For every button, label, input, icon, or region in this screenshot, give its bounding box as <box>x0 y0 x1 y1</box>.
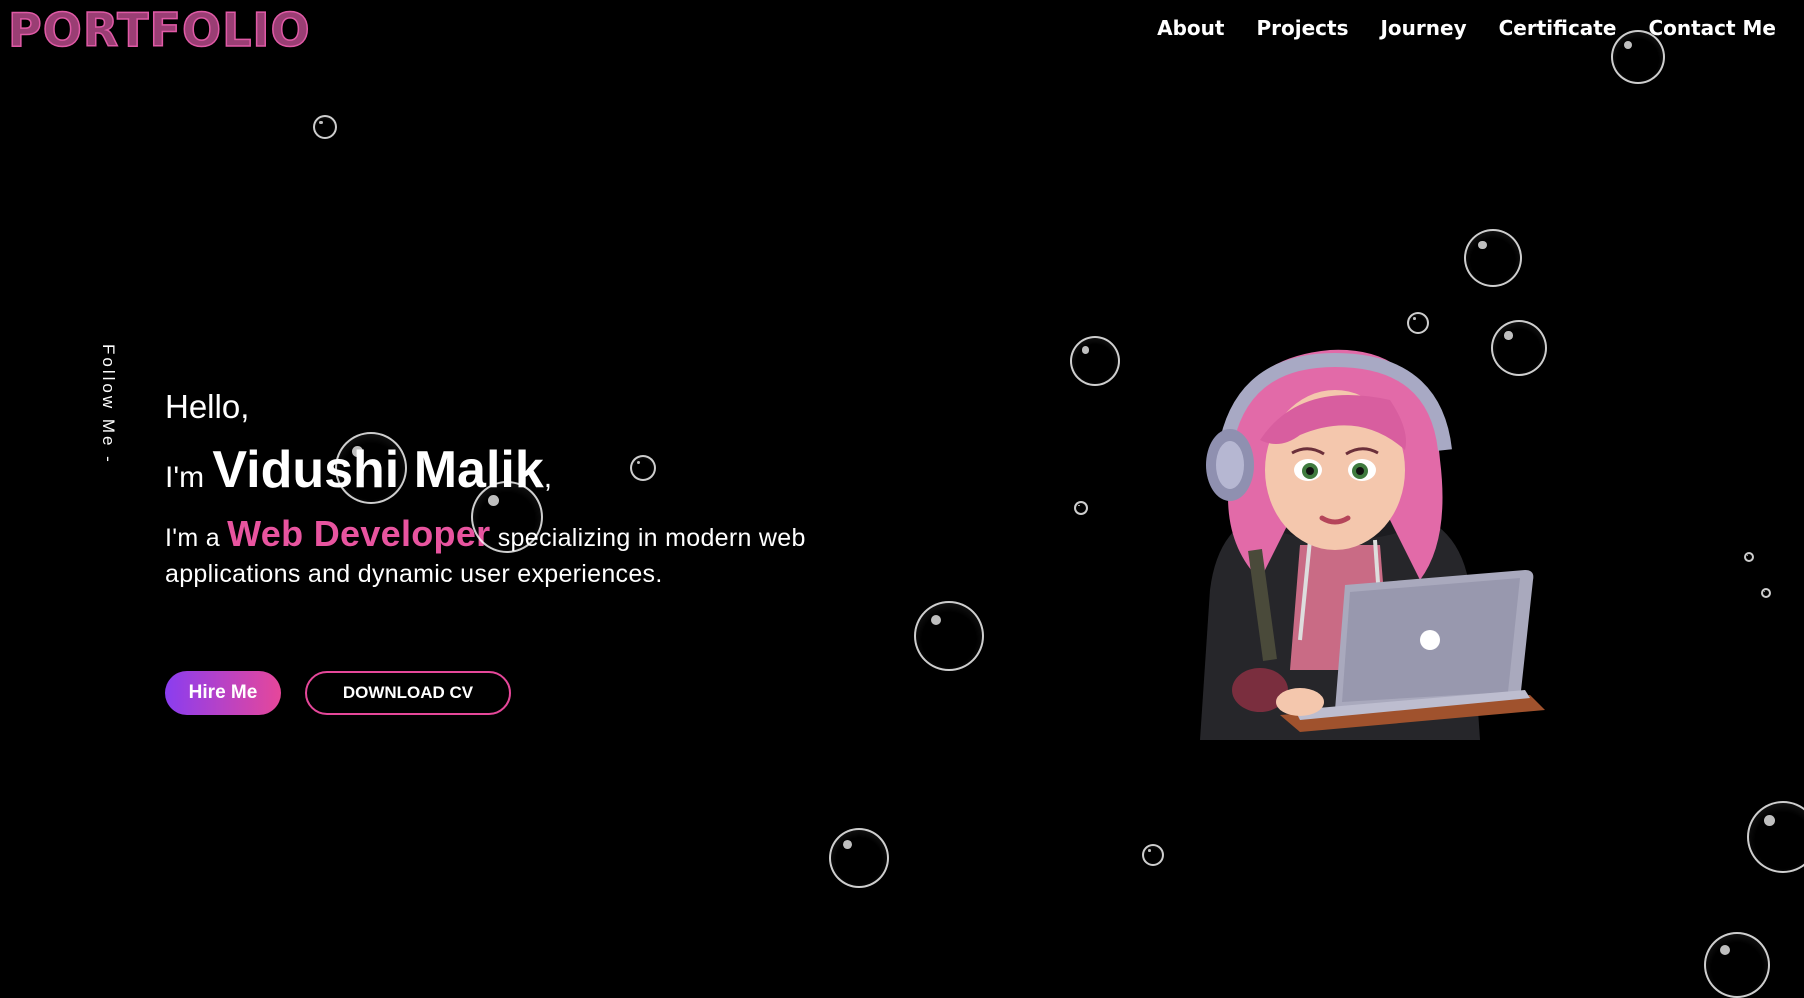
bubble-decoration <box>1142 844 1164 866</box>
bubble-decoration <box>471 481 543 553</box>
bubble-decoration <box>335 432 407 504</box>
nav-contact[interactable]: Contact Me <box>1648 16 1776 40</box>
hire-me-button[interactable]: Hire Me <box>165 671 281 715</box>
bubble-decoration <box>1464 229 1522 287</box>
nav-projects[interactable]: Projects <box>1256 16 1348 40</box>
download-cv-button[interactable]: DOWNLOAD CV <box>305 671 511 715</box>
bubble-decoration <box>1744 552 1754 562</box>
bubble-decoration <box>1074 501 1088 515</box>
nav-certificate[interactable]: Certificate <box>1499 16 1617 40</box>
bubble-decoration <box>914 601 984 671</box>
greeting: Hello, <box>165 388 250 425</box>
developer-avatar-illustration <box>1200 349 1545 740</box>
main-nav: About Projects Journey Certificate Conta… <box>1157 16 1776 40</box>
intro-prefix: I'm <box>165 461 205 494</box>
role-prefix: I'm a <box>165 524 220 552</box>
bubble-decoration <box>1611 30 1665 84</box>
bubble-decoration <box>1761 588 1771 598</box>
bubble-decoration <box>1747 801 1804 873</box>
bubble-decoration <box>1070 336 1120 386</box>
portfolio-logo[interactable]: PORTFOLIO <box>7 2 311 58</box>
bubble-decoration <box>1407 312 1429 334</box>
nav-about[interactable]: About <box>1157 16 1224 40</box>
nav-journey[interactable]: Journey <box>1380 16 1466 40</box>
bubble-decoration <box>1704 932 1770 998</box>
follow-me-label: Follow Me - <box>99 344 118 465</box>
intro-suffix: , <box>543 461 553 494</box>
role-highlight: Web Developer <box>227 513 491 554</box>
bubble-decoration <box>829 828 889 888</box>
bubble-decoration <box>630 455 656 481</box>
bubble-decoration <box>313 115 337 139</box>
